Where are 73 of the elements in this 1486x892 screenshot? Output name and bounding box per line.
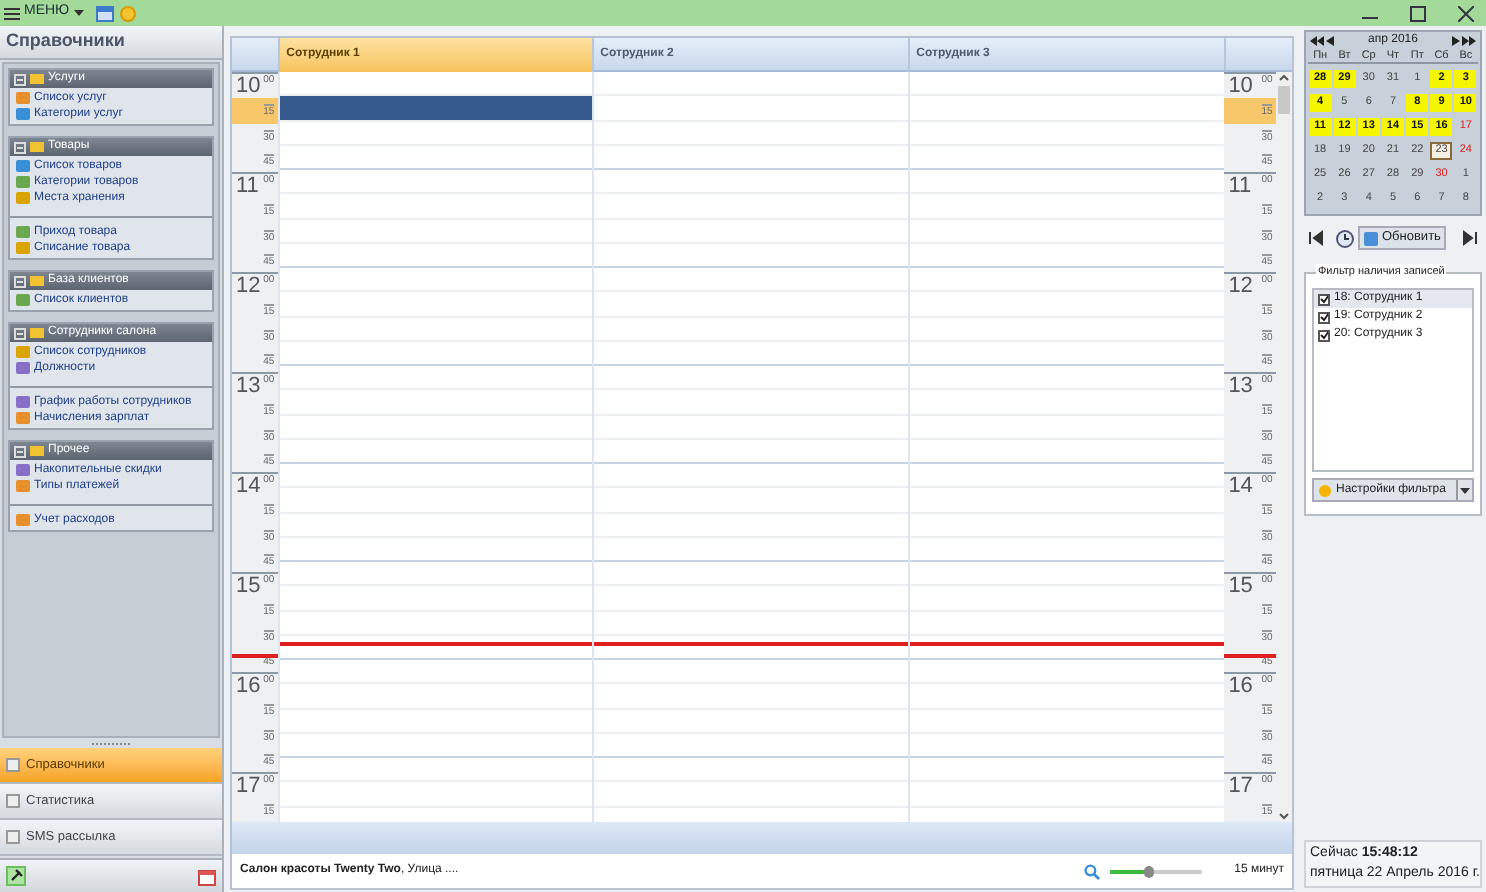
double-left-arrow-icon[interactable] xyxy=(1310,35,1324,45)
hour-label: 10 xyxy=(236,74,261,98)
tile-icon xyxy=(16,514,30,526)
clock-icon[interactable] xyxy=(1336,229,1354,247)
hour-label: 11 xyxy=(236,174,259,198)
caret-icon xyxy=(1460,487,1470,493)
folder-icon xyxy=(30,446,44,456)
page-icon xyxy=(6,758,20,772)
hour-label: 17 xyxy=(236,774,261,798)
checkbox[interactable] xyxy=(1318,293,1330,305)
scroll-down-icon[interactable] xyxy=(1278,810,1291,822)
folder-icon xyxy=(30,328,44,338)
tile-icon xyxy=(16,362,30,374)
folder-icon xyxy=(30,142,44,152)
current-time-line xyxy=(1224,653,1277,658)
maximize-icon[interactable] xyxy=(1410,5,1426,21)
tile-icon xyxy=(16,226,30,238)
hour-label: 13 xyxy=(236,374,261,398)
tile-icon xyxy=(16,160,30,172)
checkbox[interactable] xyxy=(1318,329,1330,341)
tile-icon xyxy=(16,242,30,254)
coin-icon[interactable] xyxy=(119,5,136,21)
sidebar-title: Справочники xyxy=(0,26,222,60)
scroll-up-icon[interactable] xyxy=(1278,72,1291,84)
tile-icon xyxy=(16,480,30,492)
folder-icon xyxy=(30,276,44,286)
hour-label: 11 xyxy=(1228,174,1252,198)
checkbox[interactable] xyxy=(1318,311,1330,323)
hour-label: 12 xyxy=(1228,274,1253,298)
tile-icon xyxy=(16,108,30,120)
hour-label: 16 xyxy=(236,674,261,698)
zoom-icon xyxy=(1084,863,1101,879)
splitter-handle[interactable] xyxy=(91,742,131,746)
tile-icon xyxy=(16,192,30,204)
right-arrow-icon[interactable] xyxy=(1452,35,1460,45)
tile-icon xyxy=(16,396,30,408)
calendar-icon[interactable] xyxy=(198,867,216,885)
page-icon xyxy=(6,794,20,808)
refresh-icon xyxy=(1364,231,1378,245)
collapse-icon[interactable] xyxy=(14,445,26,457)
hour-label: 16 xyxy=(1228,674,1253,698)
caret-icon xyxy=(73,10,84,16)
folder-icon xyxy=(30,74,44,84)
tile-icon xyxy=(16,294,30,306)
hour-label: 17 xyxy=(1228,774,1253,798)
left-arrow-icon[interactable] xyxy=(1326,35,1334,45)
hour-label: 13 xyxy=(1228,374,1253,398)
tile-icon xyxy=(16,176,30,188)
hour-label: 10 xyxy=(1228,74,1253,98)
scroll-thumb[interactable] xyxy=(1278,86,1291,114)
menu-icon xyxy=(4,7,20,19)
collapse-icon[interactable] xyxy=(14,275,26,287)
close-icon[interactable] xyxy=(1458,5,1474,21)
collapse-icon[interactable] xyxy=(14,73,26,85)
hour-label: 14 xyxy=(1228,474,1253,498)
double-right-arrow-icon[interactable] xyxy=(1462,35,1476,45)
hour-label: 15 xyxy=(236,574,261,598)
hour-label: 12 xyxy=(236,274,261,298)
coin-icon xyxy=(1318,483,1332,497)
first-page-icon[interactable] xyxy=(1308,230,1324,246)
collapse-icon[interactable] xyxy=(14,141,26,153)
collapse-icon[interactable] xyxy=(14,327,26,339)
tile-icon xyxy=(16,412,30,424)
last-page-icon[interactable] xyxy=(1462,230,1478,246)
scrollbar[interactable] xyxy=(1276,72,1292,822)
hour-label: 14 xyxy=(236,474,261,498)
tile-icon xyxy=(16,92,30,104)
tile-icon xyxy=(16,464,30,476)
window-icon[interactable] xyxy=(95,5,114,21)
page-icon xyxy=(6,830,20,844)
hour-label: 15 xyxy=(1228,574,1253,598)
tile-icon xyxy=(16,346,30,358)
dropdown-button[interactable] xyxy=(1456,480,1472,500)
